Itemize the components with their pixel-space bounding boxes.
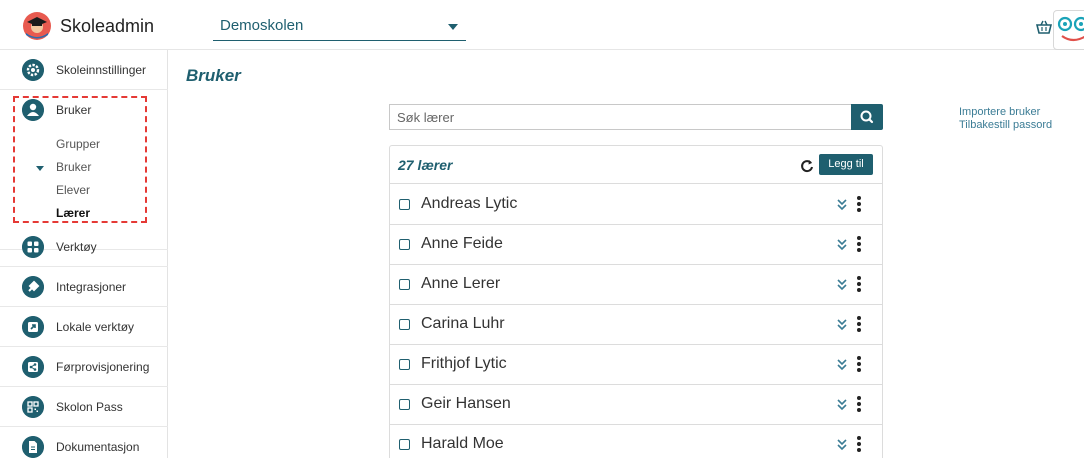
table-row[interactable]: Harald Moe [390, 425, 882, 458]
search-field[interactable] [389, 104, 851, 130]
table-row[interactable]: Carina Luhr [390, 305, 882, 345]
teacher-name: Andreas Lytic [421, 195, 518, 212]
expand-double-chevron-icon[interactable] [836, 397, 848, 411]
row-checkbox[interactable] [399, 319, 410, 330]
table-row[interactable]: Frithjof Lytic [390, 345, 882, 385]
sidebar-item-lokale-verktoy[interactable]: Lokale verktøy [0, 307, 168, 347]
row-checkbox[interactable] [399, 279, 410, 290]
more-vertical-icon[interactable] [857, 236, 861, 252]
expand-double-chevron-icon[interactable] [836, 357, 848, 371]
more-vertical-icon[interactable] [857, 276, 861, 292]
gear-icon [22, 59, 44, 81]
expand-double-chevron-icon[interactable] [836, 197, 848, 211]
sidebar-item-integrasjoner[interactable]: Integrasjoner [0, 267, 168, 307]
row-checkbox[interactable] [399, 199, 410, 210]
search-button[interactable] [851, 104, 883, 130]
app-logo[interactable]: Skoleadmin [22, 11, 154, 41]
refresh-icon[interactable] [800, 159, 814, 173]
row-checkbox[interactable] [399, 239, 410, 250]
expand-double-chevron-icon[interactable] [836, 277, 848, 291]
external-link-icon [22, 316, 44, 338]
sidebar-item-forprovisjonering[interactable]: Førprovisjonering [0, 347, 168, 387]
search-input[interactable] [390, 105, 851, 129]
reset-password-link[interactable]: Tilbakestill passord [959, 119, 1052, 132]
side-links: Importere bruker Tilbakestill passord [959, 106, 1052, 132]
teacher-list-panel: 27 lærer Legg til Andreas Lytic Anne Feid… [389, 145, 883, 458]
chevron-down-icon [448, 24, 458, 30]
teacher-name: Carina Luhr [421, 315, 505, 332]
sidebar-item-skolon-pass[interactable]: Skolon Pass [0, 387, 168, 427]
sidebar-item-label: Dokumentasjon [56, 440, 140, 454]
school-select[interactable]: Demoskolen [213, 13, 466, 41]
search-icon [860, 110, 874, 124]
row-checkbox[interactable] [399, 359, 410, 370]
sidebar-item-label: Lokale verktøy [56, 320, 135, 334]
teacher-name: Harald Moe [421, 435, 504, 452]
sidebar-item-label: Førprovisjonering [56, 360, 150, 374]
top-bar: Skoleadmin Demoskolen [0, 0, 1084, 50]
teacher-name: Frithjof Lytic [421, 355, 507, 372]
teacher-name: Anne Feide [421, 235, 503, 252]
table-row[interactable]: Anne Lerer [390, 265, 882, 305]
sidebar-item-verktoy[interactable]: Verktøy [0, 227, 168, 267]
row-checkbox[interactable] [399, 439, 410, 450]
sidebar-item-label: Verktøy [56, 240, 97, 254]
assistant-button[interactable] [1053, 10, 1084, 50]
expand-double-chevron-icon[interactable] [836, 317, 848, 331]
table-row[interactable]: Andreas Lytic [390, 185, 882, 225]
share-icon [22, 356, 44, 378]
basket-icon[interactable] [1036, 20, 1052, 34]
sidebar-item-label: Skoleinnstillinger [56, 63, 147, 77]
table-row[interactable]: Geir Hansen [390, 385, 882, 425]
grid-icon [22, 236, 44, 258]
row-checkbox[interactable] [399, 399, 410, 410]
table-row[interactable]: Anne Feide [390, 225, 882, 265]
add-teacher-button[interactable]: Legg til [819, 154, 873, 175]
school-select-value: Demoskolen [220, 17, 304, 34]
expand-double-chevron-icon[interactable] [836, 237, 848, 251]
more-vertical-icon[interactable] [857, 396, 861, 412]
import-users-link[interactable]: Importere bruker [959, 106, 1052, 119]
teacher-list-header: 27 lærer Legg til [390, 146, 882, 184]
sidebar-item-label: Integrasjoner [56, 280, 127, 294]
document-icon [22, 436, 44, 458]
sidebar-item-label: Skolon Pass [56, 400, 123, 414]
more-vertical-icon[interactable] [857, 356, 861, 372]
more-vertical-icon[interactable] [857, 196, 861, 212]
sidebar-item-dokumentasjon[interactable]: Dokumentasjon [0, 427, 168, 458]
page-title: Bruker [186, 66, 241, 85]
teacher-name: Geir Hansen [421, 395, 511, 412]
assistant-face-icon [1057, 16, 1084, 42]
more-vertical-icon[interactable] [857, 436, 861, 452]
expand-double-chevron-icon[interactable] [836, 437, 848, 451]
sidebar-item-skoleinnstillinger[interactable]: Skoleinnstillinger [0, 50, 168, 90]
app-name: Skoleadmin [60, 15, 155, 36]
graduation-cap-logo-icon [23, 12, 51, 40]
plug-icon [22, 276, 44, 298]
teacher-name: Anne Lerer [421, 275, 501, 292]
more-vertical-icon[interactable] [857, 316, 861, 332]
teacher-count: 27 lærer [398, 157, 453, 173]
highlight-box-bruker-menu [13, 96, 147, 223]
qr-code-icon [22, 396, 44, 418]
